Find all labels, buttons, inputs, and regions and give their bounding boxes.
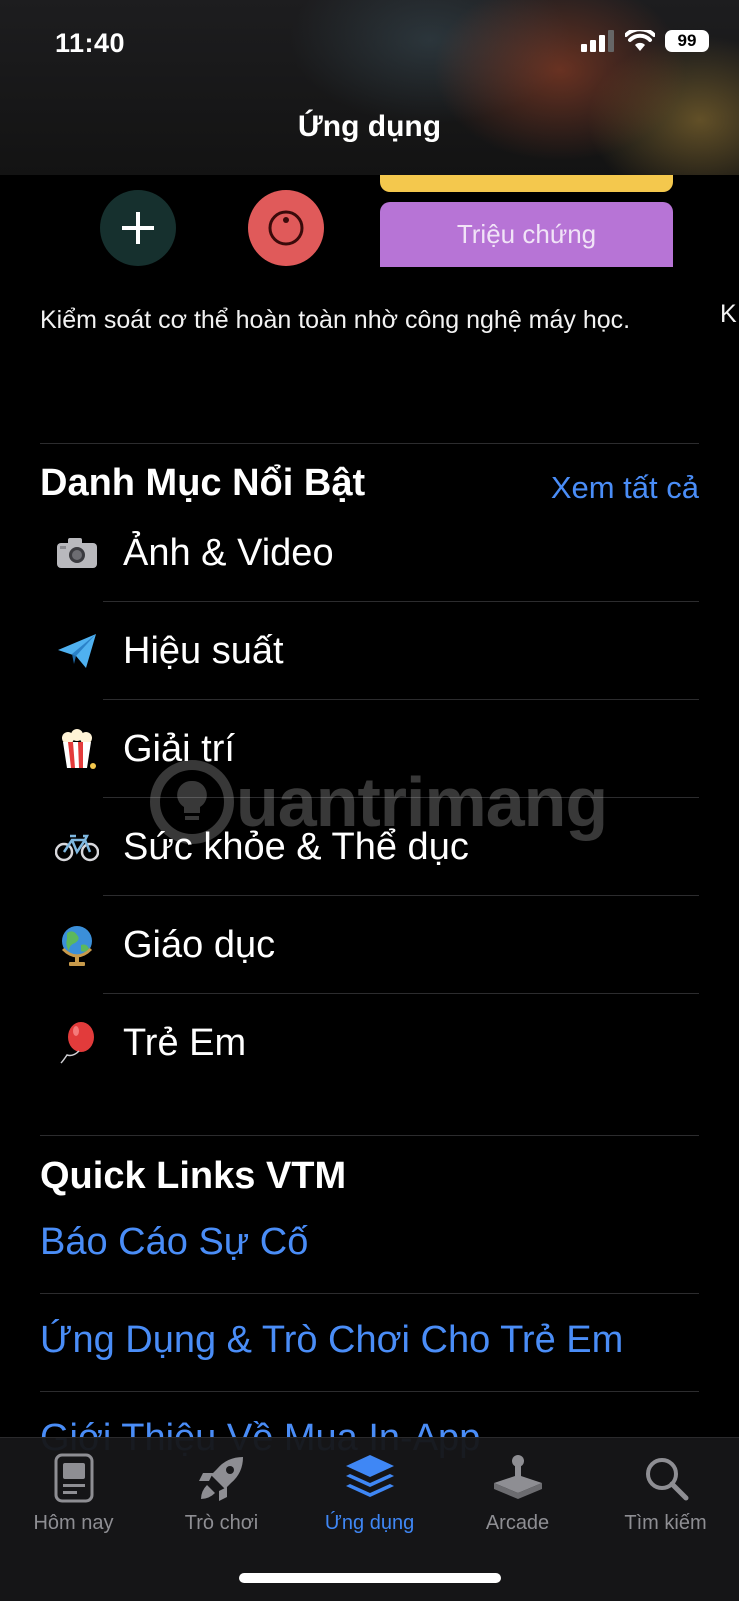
tab-games[interactable]: Trò chơi [148,1448,295,1535]
apps-stack-icon [296,1448,443,1508]
tab-arcade[interactable]: Arcade [444,1448,591,1535]
paper-plane-icon [55,602,99,700]
category-row-photo-video[interactable]: Ảnh & Video [0,504,739,602]
quick-link-kids-apps[interactable]: Ứng Dụng & Trò Chơi Cho Trẻ Em [40,1319,623,1362]
balloon-icon [55,994,99,1092]
category-label: Hiệu suất [123,630,284,672]
tab-apps[interactable]: Ứng dụng [296,1448,443,1535]
symptoms-card[interactable]: Triệu chứng [380,202,673,267]
category-row-productivity[interactable]: Hiệu suất [0,602,739,700]
link-divider [40,1391,699,1392]
quick-links-title: Quick Links VTM [40,1155,347,1197]
see-all-link[interactable]: Xem tất cả [551,470,699,506]
link-divider [40,1293,699,1294]
home-indicator[interactable] [239,1573,501,1583]
today-icon [0,1448,147,1508]
category-label: Ảnh & Video [123,532,334,574]
category-row-kids[interactable]: Trẻ Em [0,994,739,1092]
globe-icon [55,896,99,994]
wifi-icon [625,30,655,51]
bicycle-icon [55,798,99,896]
symptoms-card-label: Triệu chứng [456,219,597,249]
status-time: 11:40 [55,28,126,58]
cellular-signal-icon [581,30,614,52]
featured-description: Kiểm soát cơ thể hoàn toàn nhờ công nghệ… [40,306,631,334]
rocket-icon [148,1448,295,1508]
joystick-icon [444,1448,591,1508]
quick-link-report-problem[interactable]: Báo Cáo Sự Cố [40,1221,308,1264]
record-button[interactable] [248,190,324,266]
categories-title: Danh Mục Nổi Bật [40,462,366,504]
top-header: 11:40 99 Ứng dụng [0,0,739,175]
record-dial-icon [268,210,304,246]
search-icon [592,1448,739,1508]
category-label: Giáo dục [123,924,276,966]
tab-label: Trò chơi [184,1512,259,1534]
tab-label: Tìm kiếm [624,1512,707,1534]
category-label: Trẻ Em [123,1022,247,1064]
watermark-text: uantrimang [236,763,608,841]
tab-today[interactable]: Hôm nay [0,1448,147,1535]
status-icons: 99 [581,30,709,52]
watermark-logo: uantrimang [150,760,608,844]
battery-indicator: 99 [665,30,709,52]
plus-icon [122,212,154,244]
section-divider [40,443,699,444]
camera-icon [55,504,99,602]
add-button[interactable] [100,190,176,266]
popcorn-icon [55,700,99,798]
section-divider [40,1135,699,1136]
tab-label: Hôm nay [33,1512,114,1534]
tab-label: Ứng dụng [324,1512,415,1534]
tab-label: Arcade [485,1512,550,1534]
lightbulb-icon [150,760,234,844]
tab-search[interactable]: Tìm kiếm [592,1448,739,1535]
next-card-peek: K [720,300,737,328]
page-title: Ứng dụng [297,110,442,143]
category-row-education[interactable]: Giáo dục [0,896,739,994]
